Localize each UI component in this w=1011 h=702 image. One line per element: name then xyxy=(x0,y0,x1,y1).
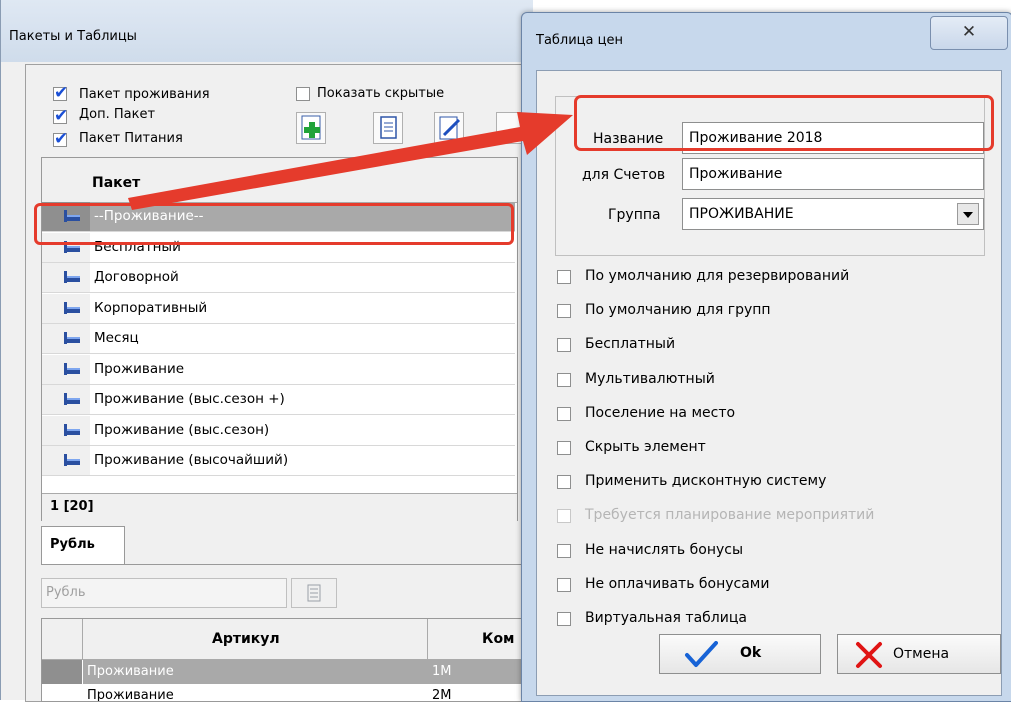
annotation-arrow xyxy=(128,112,573,210)
